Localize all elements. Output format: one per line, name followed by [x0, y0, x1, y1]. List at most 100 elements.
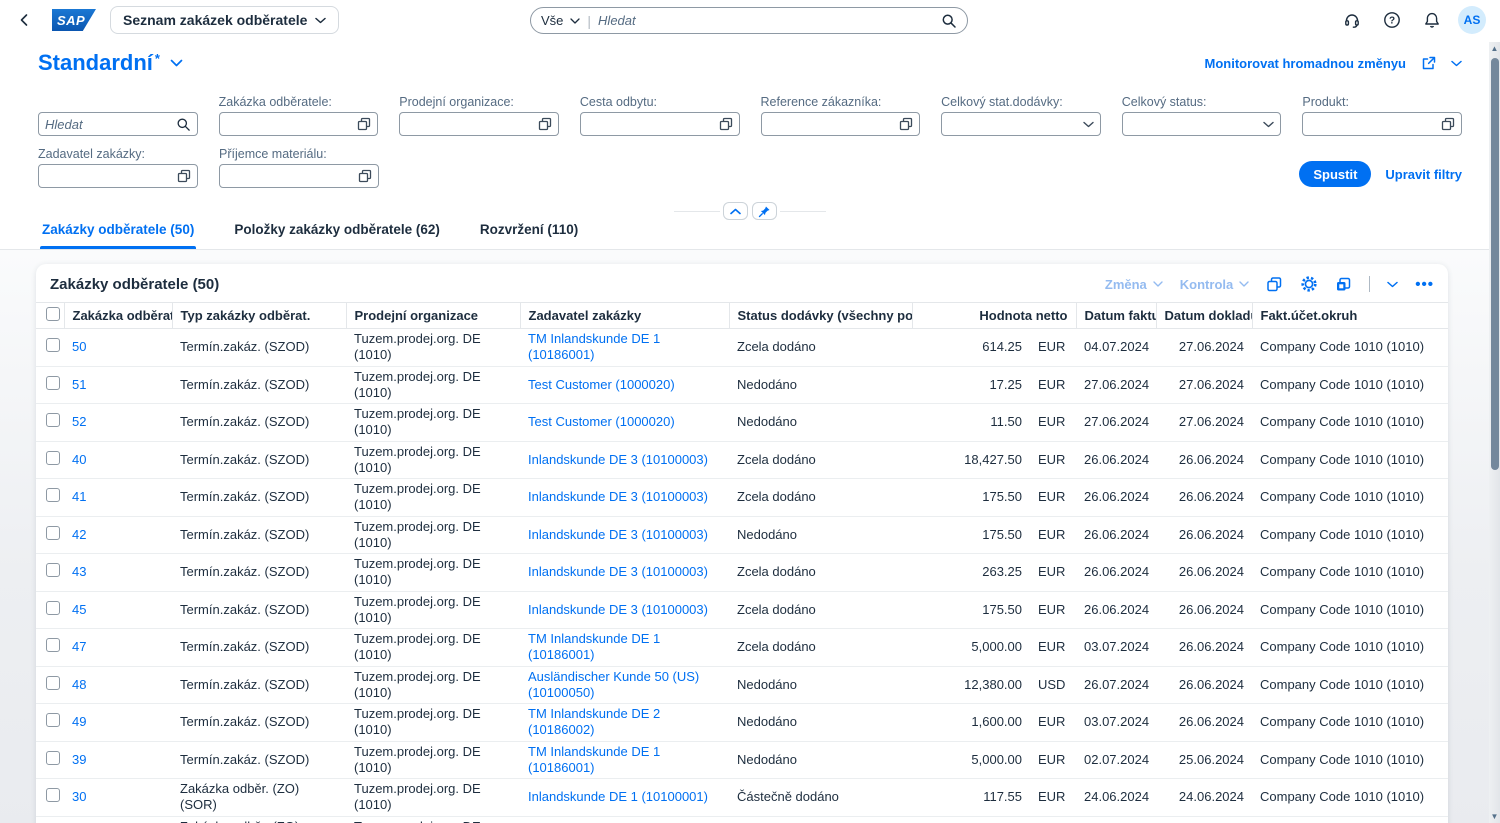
- order-link[interactable]: 50: [72, 339, 86, 354]
- column-header[interactable]: Prodejní organizace: [346, 303, 520, 329]
- scroll-up-arrow[interactable]: ▲: [1489, 44, 1500, 53]
- row-checkbox[interactable]: [46, 751, 60, 765]
- search-scope-select[interactable]: Vše: [541, 13, 563, 28]
- select-all-checkbox[interactable]: [46, 307, 60, 321]
- change-menu-button[interactable]: Změna: [1105, 277, 1163, 292]
- filter-input[interactable]: [580, 112, 740, 136]
- order-link[interactable]: 30: [72, 789, 86, 804]
- chevron-down-icon[interactable]: [570, 18, 580, 24]
- order-link[interactable]: 48: [72, 677, 86, 692]
- search-icon[interactable]: [941, 13, 957, 29]
- row-checkbox[interactable]: [46, 713, 60, 727]
- notifications-button[interactable]: [1418, 6, 1446, 34]
- sold-to-link[interactable]: Test Customer (1000020): [528, 377, 675, 392]
- back-button[interactable]: [10, 6, 38, 34]
- help-button[interactable]: ?: [1378, 6, 1406, 34]
- row-checkbox[interactable]: [46, 376, 60, 390]
- row-checkbox[interactable]: [46, 526, 60, 540]
- value-help-icon[interactable]: [177, 169, 191, 183]
- sold-to-link[interactable]: Inlandskunde DE 3 (10100003): [528, 527, 708, 542]
- filter-input[interactable]: [219, 112, 379, 136]
- user-avatar[interactable]: AS: [1458, 6, 1486, 34]
- row-checkbox[interactable]: [46, 788, 60, 802]
- order-link[interactable]: 47: [72, 639, 86, 654]
- share-icon[interactable]: [1420, 55, 1437, 72]
- filter-input[interactable]: [1122, 112, 1282, 136]
- value-help-icon[interactable]: [1441, 117, 1455, 131]
- column-header[interactable]: Typ zakázky odběrat.: [172, 303, 346, 329]
- scroll-down-arrow[interactable]: ▼: [1489, 812, 1500, 821]
- order-link[interactable]: 40: [72, 452, 86, 467]
- chevron-down-icon[interactable]: [1451, 60, 1462, 67]
- filter-input[interactable]: [219, 164, 379, 188]
- filter-input[interactable]: [761, 112, 921, 136]
- order-link[interactable]: 49: [72, 714, 86, 729]
- order-link[interactable]: 41: [72, 489, 86, 504]
- copy-button[interactable]: [1266, 276, 1283, 293]
- chevron-down-icon[interactable]: [1263, 121, 1274, 128]
- column-header[interactable]: Datum faktury: [1076, 303, 1156, 329]
- search-input[interactable]: Hledat: [598, 13, 934, 28]
- filter-input[interactable]: [38, 164, 198, 188]
- filter-search-input[interactable]: Hledat: [38, 112, 198, 136]
- filter-input[interactable]: [1302, 112, 1462, 136]
- search-icon[interactable]: [176, 117, 191, 132]
- tab-1[interactable]: Položky zakázky odběratele (62): [232, 222, 442, 249]
- row-checkbox[interactable]: [46, 563, 60, 577]
- row-checkbox[interactable]: [46, 413, 60, 427]
- order-link[interactable]: 39: [72, 752, 86, 767]
- row-checkbox[interactable]: [46, 676, 60, 690]
- value-help-icon[interactable]: [538, 117, 552, 131]
- column-header[interactable]: Hodnota netto: [912, 303, 1076, 329]
- order-link[interactable]: 45: [72, 602, 86, 617]
- variant-selector[interactable]: Standardní *: [38, 50, 183, 76]
- sold-to-link[interactable]: TM Inlandskunde DE 2 (10186002): [528, 706, 660, 737]
- filter-input[interactable]: [941, 112, 1101, 136]
- scrollbar-thumb[interactable]: [1491, 58, 1499, 470]
- export-button[interactable]: [1335, 276, 1352, 293]
- order-link[interactable]: 43: [72, 564, 86, 579]
- go-button[interactable]: Spustit: [1299, 161, 1371, 187]
- monitor-mass-change-link[interactable]: Monitorovat hromadnou změnyu: [1205, 56, 1407, 71]
- tab-0[interactable]: Zakázky odběratele (50): [40, 222, 196, 249]
- sold-to-link[interactable]: Inlandskunde DE 3 (10100003): [528, 489, 708, 504]
- overflow-menu-button[interactable]: •••: [1415, 276, 1434, 293]
- sold-to-link[interactable]: Inlandskunde DE 3 (10100003): [528, 564, 708, 579]
- row-checkbox[interactable]: [46, 488, 60, 502]
- value-help-icon[interactable]: [357, 117, 371, 131]
- value-help-icon[interactable]: [358, 169, 372, 183]
- column-header[interactable]: Zadavatel zakázky: [520, 303, 729, 329]
- app-title-menu[interactable]: Seznam zakázek odběratele: [110, 6, 339, 34]
- sap-logo[interactable]: SAP: [52, 9, 96, 31]
- support-button[interactable]: [1338, 6, 1366, 34]
- table-settings-button[interactable]: [1300, 275, 1318, 293]
- page-scrollbar[interactable]: ▲ ▼: [1489, 42, 1500, 823]
- sold-to-link[interactable]: Inlandskunde DE 3 (10100003): [528, 452, 708, 467]
- column-header[interactable]: Status dodávky (všechny položky): [729, 303, 912, 329]
- order-link[interactable]: 51: [72, 377, 86, 392]
- order-link[interactable]: 42: [72, 527, 86, 542]
- chevron-down-icon[interactable]: [1387, 281, 1398, 288]
- collapse-header-button[interactable]: [723, 202, 748, 220]
- adapt-filters-link[interactable]: Upravit filtry: [1385, 167, 1462, 182]
- column-header[interactable]: Fakt.účet.okruh: [1252, 303, 1448, 329]
- column-header[interactable]: Zakázka odběratele: [64, 303, 172, 329]
- sold-to-link[interactable]: Ausländischer Kunde 50 (US) (10100050): [528, 669, 699, 700]
- row-checkbox[interactable]: [46, 451, 60, 465]
- order-link[interactable]: 52: [72, 414, 86, 429]
- control-menu-button[interactable]: Kontrola: [1180, 277, 1249, 292]
- sold-to-link[interactable]: TM Inlandskunde DE 1 (10186001): [528, 631, 660, 662]
- chevron-down-icon[interactable]: [170, 59, 183, 67]
- sold-to-link[interactable]: Test Customer (1000020): [528, 414, 675, 429]
- chevron-down-icon[interactable]: [1083, 121, 1094, 128]
- row-checkbox[interactable]: [46, 338, 60, 352]
- row-checkbox[interactable]: [46, 601, 60, 615]
- row-checkbox[interactable]: [46, 638, 60, 652]
- column-header[interactable]: Datum dokladu: [1156, 303, 1252, 329]
- sold-to-link[interactable]: TM Inlandskunde DE 1 (10186001): [528, 744, 660, 775]
- sold-to-link[interactable]: Inlandskunde DE 3 (10100003): [528, 602, 708, 617]
- tab-2[interactable]: Rozvržení (110): [478, 222, 580, 249]
- pin-header-button[interactable]: [752, 202, 777, 220]
- global-search[interactable]: Vše | Hledat: [530, 7, 968, 34]
- filter-input[interactable]: [399, 112, 559, 136]
